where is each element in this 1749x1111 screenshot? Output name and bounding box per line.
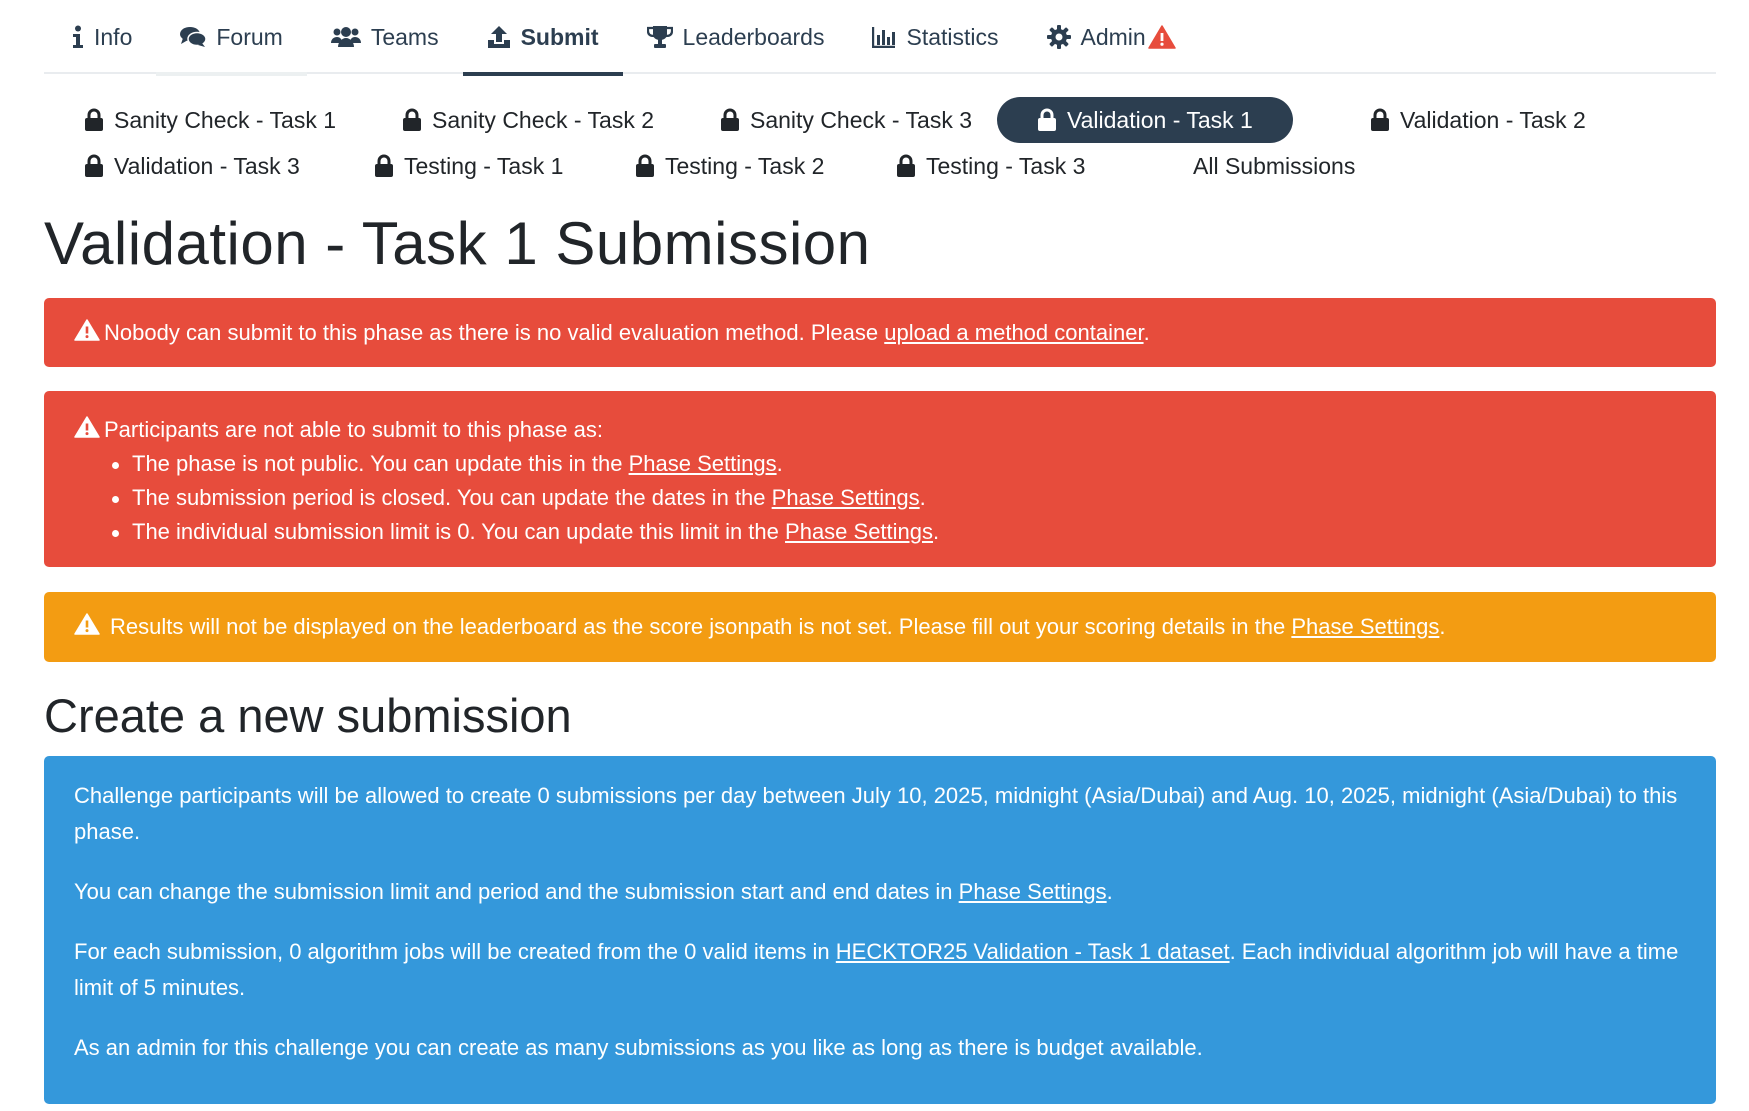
lock-icon [896, 154, 916, 178]
phase-tab-label: Testing - Task 3 [926, 152, 1086, 179]
list-item: The phase is not public. You can update … [112, 447, 1686, 481]
phase-tab-label: Sanity Check - Task 2 [432, 106, 655, 133]
reason-text: The phase is not public. You can update … [132, 451, 623, 476]
warning-icon [74, 318, 100, 347]
nav-label: Forum [216, 23, 283, 50]
phase-tab-label: Testing - Task 1 [404, 152, 564, 179]
dataset-link[interactable]: HECKTOR25 Validation - Task 1 dataset [836, 939, 1230, 964]
phase-settings-link[interactable]: Phase Settings [1291, 614, 1439, 639]
nav-label: Admin [1080, 23, 1146, 50]
phase-tab-label: Validation - Task 3 [114, 152, 300, 179]
reason-text: The individual submission limit is 0. Yo… [132, 519, 779, 544]
warning-icon [74, 416, 100, 444]
alert-results-not-displayed: Results will not be displayed on the lea… [44, 592, 1716, 662]
page-title: Validation - Task 1 Submission [44, 210, 871, 277]
phase-tab-validation-task-2[interactable]: Validation - Task 2 [1330, 97, 1626, 143]
lock-icon [402, 108, 422, 132]
reason-suffix: . [776, 451, 783, 476]
nav-label: Statistics [906, 23, 999, 50]
info-paragraph: As an admin for this challenge you can c… [74, 1035, 1203, 1060]
lock-icon [1037, 108, 1057, 132]
alert-no-evaluation-method: Nobody can submit to this phase as there… [44, 298, 1716, 367]
alert-title: Participants are not able to submit to t… [104, 417, 603, 442]
lock-icon [374, 154, 394, 178]
phase-settings-link[interactable]: Phase Settings [785, 519, 933, 544]
phase-settings-link[interactable]: Phase Settings [629, 451, 777, 476]
lock-icon [1370, 108, 1390, 132]
list-item: The individual submission limit is 0. Yo… [112, 515, 1686, 549]
users-icon [330, 26, 361, 48]
phase-tab-validation-task-1[interactable]: Validation - Task 1 [997, 97, 1293, 143]
nav-item-teams[interactable]: Teams [307, 0, 463, 74]
comments-icon [180, 26, 207, 48]
lock-icon [720, 108, 740, 132]
upload-method-container-link[interactable]: upload a method container [884, 320, 1143, 345]
nav-item-info[interactable]: Info [44, 0, 156, 74]
phase-tab-label: Sanity Check - Task 1 [114, 106, 337, 133]
phase-tab-all-submissions[interactable]: All Submissions [1153, 143, 1395, 189]
upload-icon [487, 25, 511, 49]
trophy-icon [646, 25, 673, 49]
alert-text-suffix: . [1143, 319, 1150, 345]
nav-label: Info [94, 23, 133, 50]
alert-text: Results will not be displayed on the lea… [110, 614, 1286, 639]
gear-icon [1046, 25, 1071, 49]
info-suffix: . [1106, 879, 1113, 904]
info-text: For each submission, 0 algorithm jobs wi… [74, 939, 830, 964]
nav-label: Teams [370, 23, 439, 50]
nav-label: Leaderboards [682, 23, 825, 50]
reason-suffix: . [919, 485, 926, 510]
phase-tab-testing-task-1[interactable]: Testing - Task 1 [334, 143, 603, 189]
lock-icon [84, 108, 104, 132]
phase-tab-label: Sanity Check - Task 3 [750, 106, 973, 133]
reasons-list: The phase is not public. You can update … [74, 447, 1686, 549]
lock-icon [84, 154, 104, 178]
nav-item-submit[interactable]: Submit [462, 0, 623, 76]
alert-text: Nobody can submit to this phase as there… [104, 319, 879, 345]
info-text: You can change the submission limit and … [74, 879, 953, 904]
phase-settings-link[interactable]: Phase Settings [772, 485, 920, 510]
list-item: The submission period is closed. You can… [112, 481, 1686, 515]
phase-tab-testing-task-3[interactable]: Testing - Task 3 [856, 143, 1125, 189]
reason-suffix: . [933, 519, 940, 544]
alert-text-suffix: . [1439, 614, 1446, 639]
phase-settings-link[interactable]: Phase Settings [959, 879, 1107, 904]
info-paragraph: Challenge participants will be allowed t… [74, 783, 1678, 844]
phase-tab-label: Validation - Task 2 [1400, 106, 1586, 133]
chart-bar-icon [872, 26, 896, 48]
phase-tab-label: Validation - Task 1 [1067, 106, 1253, 133]
nav-item-statistics[interactable]: Statistics [848, 0, 1022, 74]
nav-item-admin[interactable]: Admin [1023, 0, 1200, 74]
submission-info-box: Challenge participants will be allowed t… [44, 756, 1716, 1104]
nav-label: Submit [520, 23, 599, 50]
reason-text: The submission period is closed. You can… [132, 485, 766, 510]
top-nav: Info Forum Teams Submit Leaderboards Sta [44, 0, 1716, 76]
warning-icon [74, 613, 100, 641]
phase-tab-testing-task-2[interactable]: Testing - Task 2 [595, 143, 864, 189]
nav-item-forum[interactable]: Forum [156, 0, 307, 76]
phase-tab-validation-task-3[interactable]: Validation - Task 3 [44, 143, 340, 189]
info-paragraph: You can change the submission limit and … [74, 874, 1686, 910]
phase-tab-label: Testing - Task 2 [665, 152, 825, 179]
warning-icon [1147, 25, 1176, 49]
info-paragraph: For each submission, 0 algorithm jobs wi… [74, 934, 1686, 1006]
info-icon [72, 25, 84, 49]
phase-tab-label: All Submissions [1193, 152, 1356, 179]
phase-tab-sanity-check-task-1[interactable]: Sanity Check - Task 1 [44, 97, 376, 143]
section-title: Create a new submission [44, 689, 572, 742]
lock-icon [635, 154, 655, 178]
phase-tab-sanity-check-task-3[interactable]: Sanity Check - Task 3 [680, 97, 1012, 143]
phase-tab-sanity-check-task-2[interactable]: Sanity Check - Task 2 [362, 97, 694, 143]
alert-participants-not-able: Participants are not able to submit to t… [44, 391, 1716, 567]
nav-item-leaderboards[interactable]: Leaderboards [623, 0, 849, 74]
